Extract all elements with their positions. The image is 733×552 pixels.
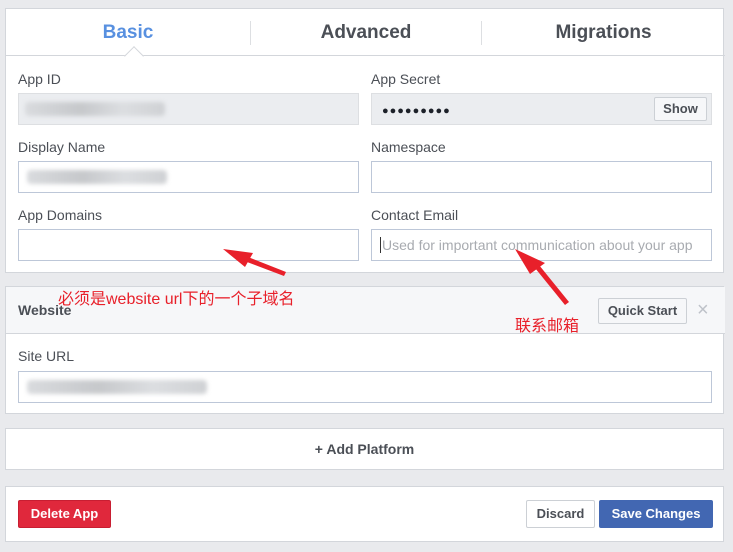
contact-email-input[interactable]: Used for important communication about y…	[371, 229, 712, 261]
display-name-input[interactable]	[18, 161, 359, 193]
tab-basic[interactable]: Basic	[6, 9, 250, 56]
redacted-value	[27, 380, 207, 394]
footer-actions: Delete App Discard Save Changes	[5, 486, 724, 542]
contact-email-label: Contact Email	[371, 207, 459, 223]
site-url-input[interactable]	[18, 371, 712, 403]
show-secret-button[interactable]: Show	[654, 97, 707, 121]
add-platform-bar[interactable]: + Add Platform	[5, 428, 724, 470]
basic-settings-panel: Basic Advanced Migrations App ID App Sec…	[5, 8, 725, 273]
discard-button[interactable]: Discard	[526, 500, 595, 528]
close-icon[interactable]: ×	[697, 299, 709, 321]
redacted-value	[27, 170, 167, 184]
namespace-label: Namespace	[371, 139, 446, 155]
delete-app-button[interactable]: Delete App	[18, 500, 111, 528]
site-url-label: Site URL	[18, 348, 75, 364]
app-domains-input[interactable]	[18, 229, 359, 261]
save-changes-button[interactable]: Save Changes	[599, 500, 713, 528]
text-caret	[380, 237, 381, 253]
redacted-value	[25, 102, 165, 116]
app-id-label: App ID	[18, 71, 61, 87]
app-id-field	[18, 93, 359, 125]
display-name-label: Display Name	[18, 139, 106, 155]
app-domains-label: App Domains	[18, 207, 103, 223]
app-domains-annotation: 必须是website url下的一个子域名	[58, 291, 295, 308]
contact-email-placeholder: Used for important communication about y…	[382, 237, 693, 253]
app-secret-value: ●●●●●●●●●	[382, 105, 451, 117]
quick-start-button[interactable]: Quick Start	[598, 298, 687, 324]
app-secret-label: App Secret	[371, 71, 441, 87]
tab-migrations[interactable]: Migrations	[482, 9, 725, 56]
add-platform-label: + Add Platform	[314, 441, 415, 457]
namespace-input[interactable]	[371, 161, 712, 193]
settings-tabs: Basic Advanced Migrations	[6, 9, 725, 56]
contact-email-annotation: 联系邮箱	[515, 318, 580, 335]
tab-advanced[interactable]: Advanced	[251, 9, 481, 56]
